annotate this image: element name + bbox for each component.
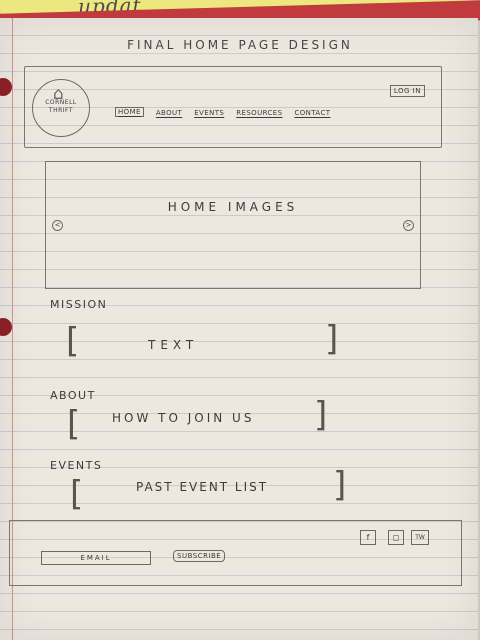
page-title: FINAL HOME PAGE DESIGN <box>127 38 353 52</box>
subscribe-button[interactable]: SUBSCRIBE <box>173 550 226 562</box>
instagram-icon[interactable]: ◻ <box>388 530 404 545</box>
carousel-label: HOME IMAGES <box>167 200 299 214</box>
right-bracket: ] <box>333 465 347 505</box>
home-image-carousel: HOME IMAGES < > <box>45 161 421 289</box>
main-nav: HOME ABOUT EVENTS RESOURCES CONTACT <box>115 107 330 117</box>
binder-hole <box>0 78 12 96</box>
left-bracket: [ <box>66 321 80 361</box>
nav-contact[interactable]: CONTACT <box>294 109 330 117</box>
left-bracket: [ <box>70 474 84 514</box>
right-bracket: ] <box>314 395 328 435</box>
site-footer: f ◻ TW EMAIL SUBSCRIBE <box>9 520 462 586</box>
nav-home[interactable]: HOME <box>115 107 144 117</box>
events-text: PAST EVENT LIST <box>136 480 269 494</box>
site-header: ⌂ CORNELL THRIFT LOG IN HOME ABOUT EVENT… <box>24 66 442 148</box>
logo-text-line2: THRIFT <box>48 107 74 114</box>
notebook-paper: FINAL HOME PAGE DESIGN ⌂ CORNELL THRIFT … <box>0 18 478 640</box>
about-heading: ABOUT <box>50 389 96 402</box>
logo-text: CORNELL THRIFT <box>33 99 89 115</box>
right-bracket: ] <box>325 319 339 359</box>
logo-text-line1: CORNELL <box>45 99 77 106</box>
site-logo[interactable]: ⌂ CORNELL THRIFT <box>32 79 90 137</box>
nav-about[interactable]: ABOUT <box>156 109 182 117</box>
facebook-icon[interactable]: f <box>360 530 376 545</box>
nav-resources[interactable]: RESOURCES <box>236 109 282 117</box>
about-text: HOW TO JOIN US <box>112 411 255 425</box>
nav-events[interactable]: EVENTS <box>194 109 224 117</box>
events-heading: EVENTS <box>50 459 103 472</box>
twitter-icon[interactable]: TW <box>411 530 429 545</box>
login-button[interactable]: LOG IN <box>389 85 425 97</box>
carousel-prev-icon[interactable]: < <box>52 220 63 231</box>
mission-text: TEXT <box>148 338 199 352</box>
binder-hole <box>0 318 12 336</box>
carousel-next-icon[interactable]: > <box>403 220 414 231</box>
left-bracket: [ <box>67 404 81 444</box>
mission-heading: MISSION <box>50 298 108 311</box>
email-field[interactable]: EMAIL <box>41 551 151 565</box>
